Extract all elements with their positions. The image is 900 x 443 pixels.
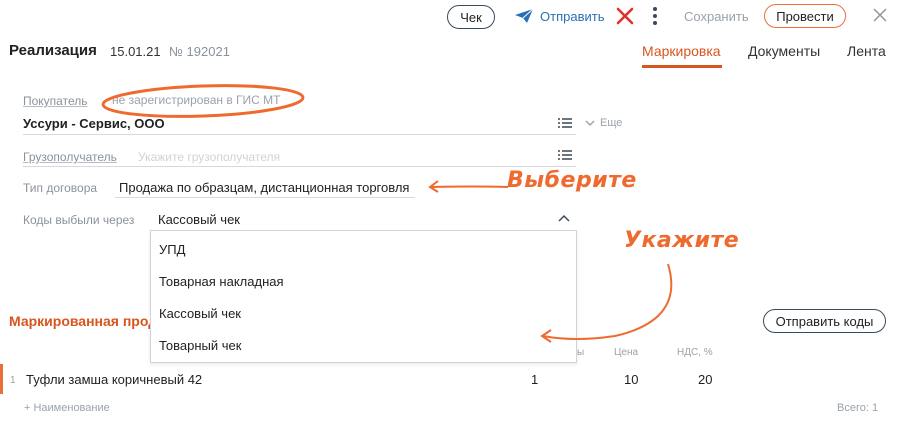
total-count: Всего: 1 <box>837 402 879 414</box>
row-index: 1 <box>10 375 16 386</box>
contract-type-value[interactable]: Продажа по образцам, дистанционная торго… <box>119 180 409 195</box>
codes-select[interactable]: Кассовый чек <box>158 212 240 227</box>
dropdown-option-sales-receipt[interactable]: Товарный чек <box>159 338 241 353</box>
curved-arrow-annotation <box>540 263 673 343</box>
document-date: 15.01.21 <box>110 44 161 59</box>
dropdown-option-upd[interactable]: УПД <box>159 242 185 257</box>
row-vat[interactable]: 20 <box>698 372 712 387</box>
list-icon[interactable] <box>558 118 572 129</box>
document-number: № 192021 <box>169 44 230 59</box>
codes-label: Коды выбыли через <box>23 213 135 227</box>
post-button-label: Провести <box>776 8 834 24</box>
contract-type-label: Тип договора <box>23 181 98 195</box>
paper-plane-icon <box>515 8 534 23</box>
section-title: Маркированная проду <box>9 313 166 329</box>
list-icon[interactable] <box>558 150 572 161</box>
column-header-price: Цена <box>614 347 639 358</box>
buyer-value[interactable]: Уссури - Сервис, ООО <box>23 116 165 131</box>
tab-feed[interactable]: Лента <box>847 43 886 59</box>
row-selection-marker <box>0 364 3 394</box>
select-annotation: Выберите <box>507 168 637 193</box>
tab-documents[interactable]: Документы <box>748 43 820 59</box>
send-button-label: Отправить <box>540 8 605 24</box>
row-qty[interactable]: 1 <box>531 372 538 387</box>
codes-dropdown-menu: УПД Товарная накладная Кассовый чек Това… <box>150 230 577 363</box>
highlight-ellipse <box>101 84 305 118</box>
close-icon[interactable] <box>873 8 887 22</box>
contract-field-underline <box>115 197 415 198</box>
buyer-label[interactable]: Покупатель <box>23 94 87 108</box>
chevron-down-icon[interactable] <box>585 120 595 127</box>
buyer-field-underline <box>23 134 576 135</box>
post-button[interactable]: Провести <box>764 4 846 28</box>
more-link[interactable]: Еще <box>600 117 622 129</box>
check-button-label: Чек <box>460 9 482 25</box>
dropdown-option-cash-receipt[interactable]: Кассовый чек <box>159 306 241 321</box>
consignee-input[interactable]: Укажите грузополучателя <box>138 150 280 164</box>
consignee-label[interactable]: Грузополучатель <box>23 150 117 164</box>
specify-annotation: Укажите <box>624 228 740 253</box>
row-price[interactable]: 10 <box>624 372 638 387</box>
dropdown-option-waybill[interactable]: Товарная накладная <box>159 274 284 289</box>
check-button[interactable]: Чек <box>447 5 495 29</box>
column-header-vat: НДС, % <box>677 347 713 358</box>
active-tab-indicator <box>642 65 722 68</box>
consignee-field-underline <box>23 166 576 167</box>
more-vertical-icon[interactable] <box>651 6 659 26</box>
send-button[interactable]: Отправить <box>514 8 604 24</box>
chevron-up-icon[interactable] <box>558 214 570 222</box>
save-button[interactable]: Сохранить <box>684 9 749 24</box>
arrow-left-annotation <box>428 180 509 193</box>
tab-marking[interactable]: Маркировка <box>642 43 721 59</box>
page-title: Реализация <box>9 42 97 59</box>
row-name[interactable]: Туфли замша коричневый 42 <box>26 372 202 387</box>
column-header-qty: ы <box>577 347 585 358</box>
delete-icon[interactable] <box>616 7 634 25</box>
send-codes-button-label: Отправить коды <box>775 313 874 329</box>
send-codes-button[interactable]: Отправить коды <box>763 309 886 333</box>
add-item-link[interactable]: + Наименование <box>24 402 110 414</box>
